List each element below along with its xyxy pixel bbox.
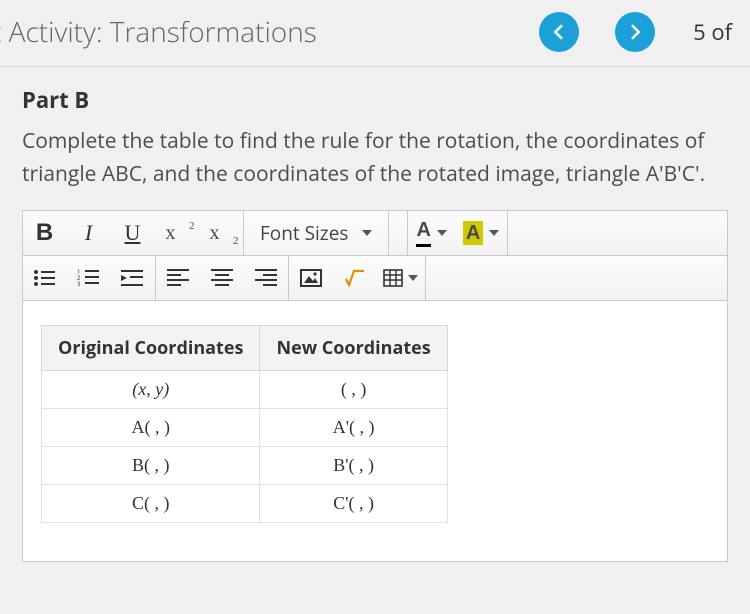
numbered-list-button[interactable]: 1 2 3 [67,256,111,300]
superscript-icon: x2 [166,222,188,245]
align-right-button[interactable] [244,256,288,300]
indent-icon [121,268,145,288]
next-button[interactable] [615,12,655,52]
bullet-list-icon [33,268,57,288]
table-row: C( , ) C'( , ) [42,485,448,523]
indent-button[interactable] [111,256,155,300]
align-group [156,256,289,300]
align-right-icon [255,269,277,287]
editor-body[interactable]: Original Coordinates New Coordinates (x,… [23,301,727,561]
list-group: 1 2 3 [23,256,156,300]
align-left-button[interactable] [156,256,200,300]
caret-down-icon [362,230,372,236]
align-center-icon [211,269,233,287]
toolbar-row-1: B I U x2 x2 Font Sizes A [23,211,727,256]
text-color-button[interactable]: A [408,211,454,255]
italic-button[interactable]: I [67,211,111,255]
caret-down-icon [489,230,499,236]
superscript-button[interactable]: x2 [155,211,199,255]
coordinates-table: Original Coordinates New Coordinates (x,… [41,325,448,523]
chevron-left-icon [550,23,568,41]
align-left-icon [167,269,189,287]
prev-button[interactable] [539,12,579,52]
table-row: (x, y) ( , ) [42,371,448,409]
caret-down-icon [437,230,447,236]
cell-original[interactable]: A( , ) [42,409,260,447]
header-new: New Coordinates [260,326,447,371]
header-original: Original Coordinates [42,326,260,371]
numbered-list-icon: 1 2 3 [77,268,101,288]
bold-icon: B [36,221,53,245]
highlight-color-icon: A [463,221,483,245]
subscript-button[interactable]: x2 [199,211,243,255]
toolbar-row-2: 1 2 3 [23,256,727,301]
cell-original[interactable]: (x, y) [42,371,260,409]
font-size-label: Font Sizes [260,220,348,246]
bg-color-button[interactable]: A [455,211,507,255]
cell-original[interactable]: C( , ) [42,485,260,523]
cell-original[interactable]: B( , ) [42,447,260,485]
underline-button[interactable]: U [111,211,155,255]
text-style-group: B I U x2 x2 [23,211,244,255]
caret-down-icon [408,275,418,281]
cell-new[interactable]: C'( , ) [260,485,447,523]
bold-button[interactable]: B [23,211,67,255]
square-root-icon [344,269,366,287]
header-bar: t Activity: Transformations 5 of [0,0,750,67]
insert-table-button[interactable] [377,256,425,300]
cell-new[interactable]: A'( , ) [260,409,447,447]
content-area: Part B Complete the table to find the ru… [0,67,750,562]
svg-text:3: 3 [77,280,81,288]
text-color-icon: A [416,219,430,247]
table-row: B( , ) B'( , ) [42,447,448,485]
activity-title: t Activity: Transformations [0,13,521,51]
italic-icon: I [85,222,92,244]
underline-icon: U [125,222,141,244]
table-header-row: Original Coordinates New Coordinates [42,326,448,371]
table-icon [383,269,403,287]
insert-equation-button[interactable] [333,256,377,300]
font-size-dropdown[interactable]: Font Sizes [244,211,389,255]
page-indicator: 5 of [693,17,732,47]
subscript-icon: x2 [210,222,232,245]
chevron-right-icon [626,23,644,41]
cell-new[interactable]: B'( , ) [260,447,447,485]
insert-group [289,256,426,300]
cell-new[interactable]: ( , ) [260,371,447,409]
align-center-button[interactable] [200,256,244,300]
prompt-text: Complete the table to find the rule for … [22,125,728,190]
image-icon [300,269,322,287]
part-label: Part B [22,85,728,115]
insert-image-button[interactable] [289,256,333,300]
table-row: A( , ) A'( , ) [42,409,448,447]
bullet-list-button[interactable] [23,256,67,300]
rich-text-editor: B I U x2 x2 Font Sizes A [22,210,728,562]
color-group: A A [407,211,508,255]
